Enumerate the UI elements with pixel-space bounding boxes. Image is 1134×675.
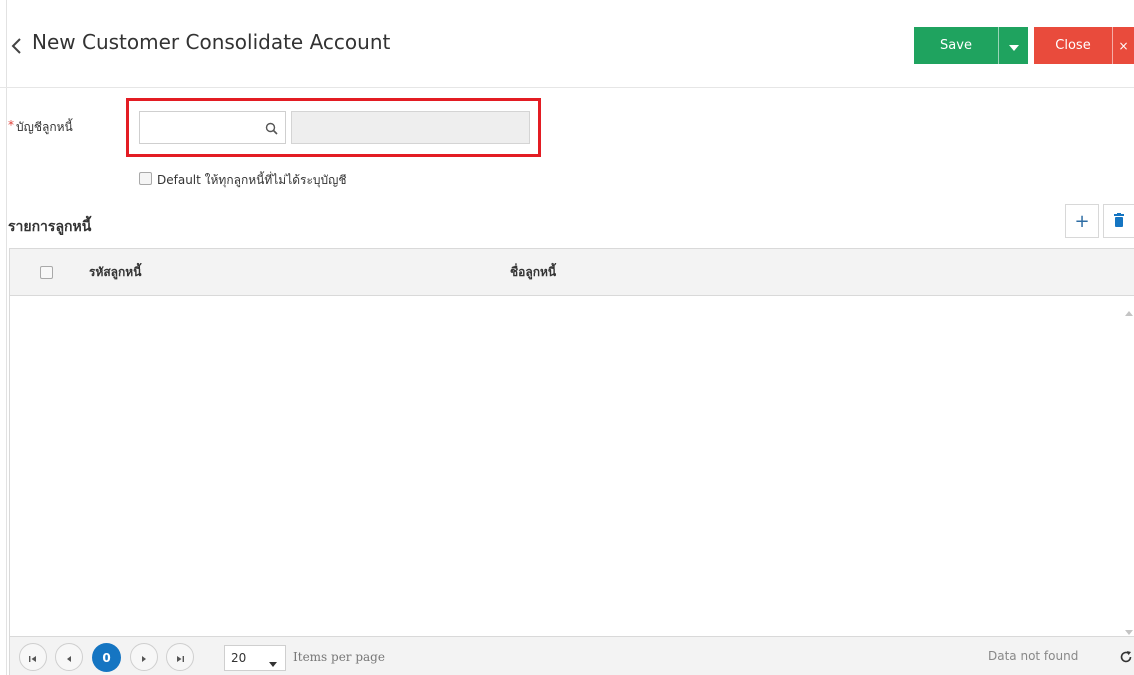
page-title: New Customer Consolidate Account <box>32 30 391 54</box>
page-size-select[interactable]: 20 <box>224 645 286 671</box>
page-left-border <box>6 0 7 675</box>
grid-header: รหัสลูกหนี้ ชื่อลูกหนี้ <box>10 249 1134 296</box>
items-per-page-label: Items per page <box>293 650 385 664</box>
column-header-debtor-code[interactable]: รหัสลูกหนี้ <box>89 263 141 282</box>
scroll-up-icon[interactable] <box>1125 303 1133 316</box>
grid-body <box>10 297 1134 637</box>
save-button[interactable]: Save <box>914 27 998 64</box>
first-page-button[interactable] <box>19 643 47 671</box>
refresh-icon[interactable] <box>1119 649 1133 663</box>
chevron-left-icon[interactable] <box>10 36 24 56</box>
plus-icon: + <box>1074 210 1090 232</box>
account-code-field <box>139 111 286 144</box>
current-page-button[interactable]: 0 <box>92 643 121 672</box>
trash-icon <box>1114 212 1124 231</box>
account-name-field <box>291 111 530 144</box>
default-checkbox[interactable] <box>139 172 152 185</box>
account-code-input[interactable] <box>140 112 260 143</box>
grid-pager: 0 20 Items per page Data not found <box>10 636 1134 675</box>
first-page-icon <box>28 648 38 667</box>
required-marker: * <box>8 118 14 132</box>
last-page-button[interactable] <box>166 643 194 671</box>
last-page-icon <box>175 648 185 667</box>
close-button[interactable]: Close <box>1034 27 1112 64</box>
close-icon[interactable]: × <box>1112 27 1134 64</box>
page-header: New Customer Consolidate Account Save Cl… <box>0 0 1134 88</box>
add-debtor-button[interactable]: + <box>1065 204 1099 238</box>
next-page-button[interactable] <box>130 643 158 671</box>
page-size-value: 20 <box>231 651 247 665</box>
delete-debtor-button[interactable] <box>1103 204 1134 238</box>
account-label: บัญชีลูกหนี้ <box>16 120 73 134</box>
next-page-icon <box>140 648 148 667</box>
caret-down-icon <box>269 656 277 670</box>
caret-down-icon <box>1008 36 1019 55</box>
search-icon[interactable] <box>265 121 279 135</box>
scroll-down-icon[interactable] <box>1125 621 1133 635</box>
prev-page-icon <box>65 648 73 667</box>
debtor-list-title: รายการลูกหนี้ <box>8 219 92 235</box>
debtor-grid: รหัสลูกหนี้ ชื่อลูกหนี้ 0 20 Items per p… <box>9 248 1134 675</box>
select-all-checkbox[interactable] <box>40 266 53 279</box>
prev-page-button[interactable] <box>55 643 83 671</box>
pager-status: Data not found <box>988 649 1079 663</box>
save-dropdown-button[interactable] <box>998 27 1028 64</box>
default-checkbox-label: Default ให้ทุกลูกหนี้ที่ไม่ได้ระบุบัญชี <box>157 173 347 187</box>
column-header-debtor-name[interactable]: ชื่อลูกหนี้ <box>510 263 556 282</box>
